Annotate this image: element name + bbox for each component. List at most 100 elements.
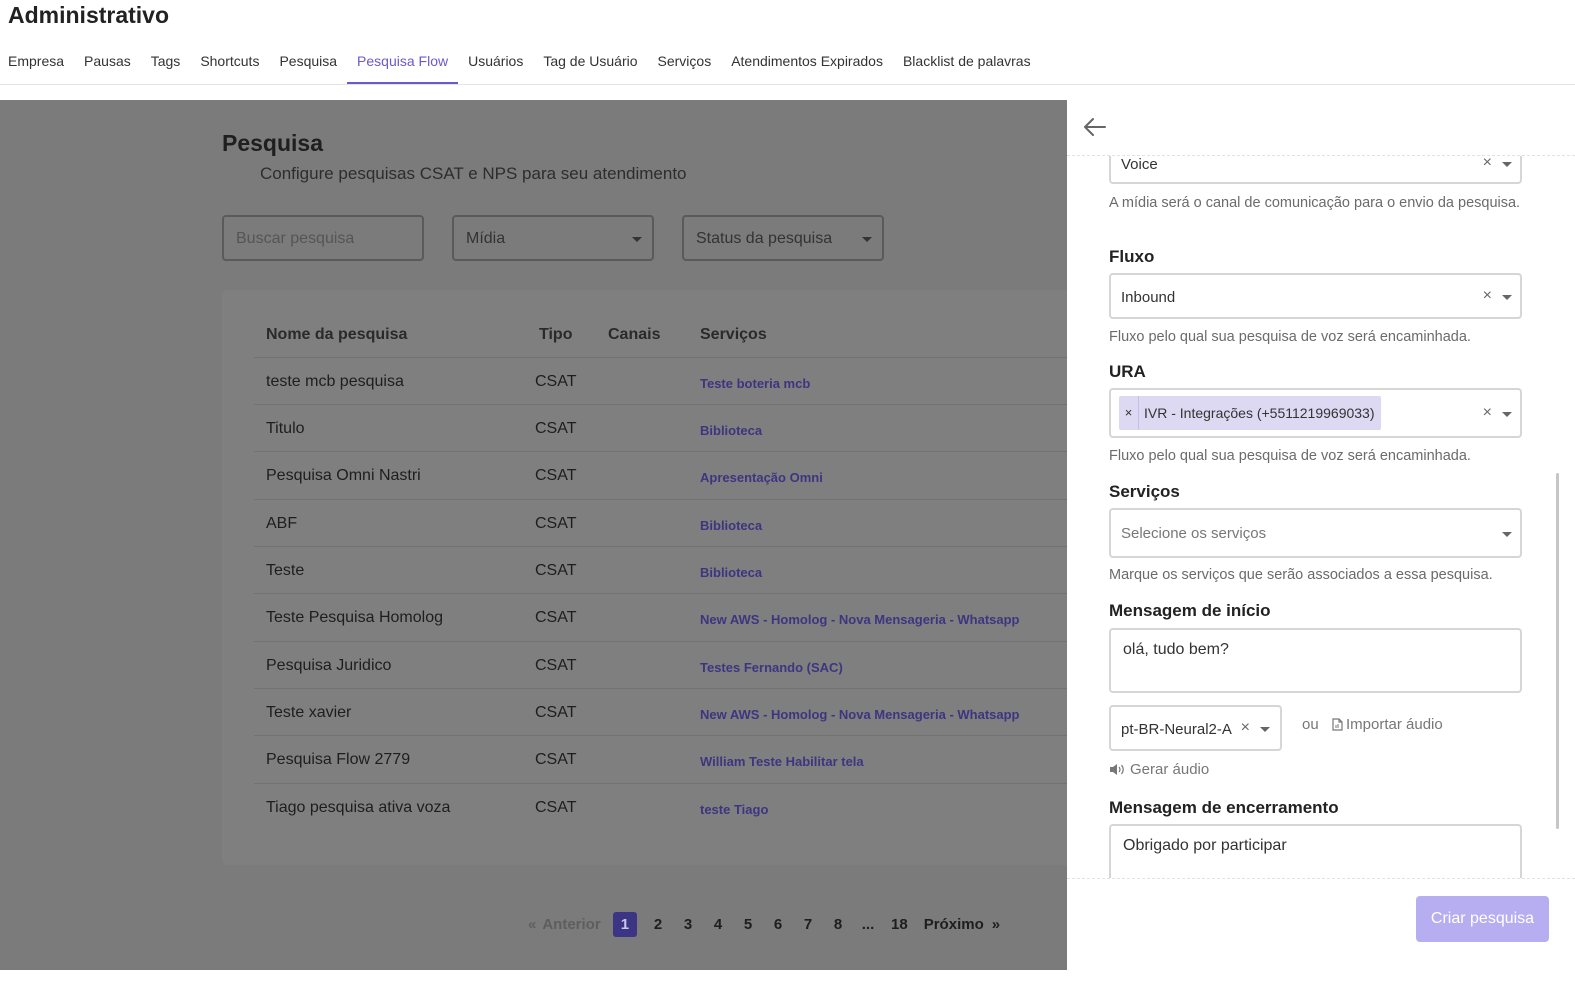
import-audio-label: Importar áudio xyxy=(1346,716,1443,733)
services-select[interactable]: Selecione os serviços xyxy=(1109,508,1522,558)
tab-tags[interactable]: Tags xyxy=(141,44,191,84)
tag-remove-icon[interactable]: × xyxy=(1119,396,1139,430)
survey-type: CSAT xyxy=(535,799,577,816)
voice-select[interactable]: pt-BR-Neural2-A × xyxy=(1109,705,1282,751)
tab-pesquisa[interactable]: Pesquisa xyxy=(269,44,347,84)
page-link-8[interactable]: 8 xyxy=(831,916,845,933)
services-label: Serviços xyxy=(1109,482,1180,501)
app-title: Administrativo xyxy=(8,2,170,28)
page-link-6[interactable]: 6 xyxy=(771,916,785,933)
panel-footer-divider xyxy=(1067,878,1575,879)
media-select[interactable]: Voice × xyxy=(1109,156,1522,184)
ura-hint: Fluxo pelo qual sua pesquisa de voz será… xyxy=(1109,448,1471,464)
generate-audio-label: Gerar áudio xyxy=(1130,761,1210,778)
table-row[interactable]: Titulo CSAT Biblioteca xyxy=(254,404,1067,451)
survey-name: Pesquisa Omni Nastri xyxy=(266,467,421,484)
tab-empresa[interactable]: Empresa xyxy=(0,44,74,84)
modal-overlay[interactable]: Pesquisa Configure pesquisas CSAT e NPS … xyxy=(0,100,1067,970)
end-message-textarea[interactable]: Obrigado por participar xyxy=(1109,824,1522,878)
table-row[interactable]: teste mcb pesquisa CSAT Teste boteria mc… xyxy=(254,357,1067,404)
survey-type: CSAT xyxy=(535,562,577,579)
table-row[interactable]: Teste xavier CSAT New AWS - Homolog - No… xyxy=(254,688,1067,735)
tab-pausas[interactable]: Pausas xyxy=(74,44,141,84)
survey-service-link[interactable]: Biblioteca xyxy=(700,565,762,580)
flow-select[interactable]: Inbound × xyxy=(1109,273,1522,319)
column-header-type: Tipo xyxy=(539,326,573,343)
survey-service-link[interactable]: Teste boteria mcb xyxy=(700,376,810,391)
page-link-18[interactable]: 18 xyxy=(891,916,908,933)
page-link-2[interactable]: 2 xyxy=(651,916,665,933)
survey-service-link[interactable]: New AWS - Homolog - Nova Mensageria - Wh… xyxy=(700,612,1020,627)
back-arrow-icon[interactable] xyxy=(1081,115,1107,139)
survey-service-link[interactable]: Apresentação Omni xyxy=(700,470,823,485)
survey-name: Teste xyxy=(266,562,305,579)
survey-service-link[interactable]: New AWS - Homolog - Nova Mensageria - Wh… xyxy=(700,707,1020,722)
table-row[interactable]: Teste Pesquisa Homolog CSAT New AWS - Ho… xyxy=(254,593,1067,640)
media-hint: A mídia será o canal de comunicação para… xyxy=(1109,195,1521,211)
start-message-label: Mensagem de início xyxy=(1109,601,1271,620)
survey-service-link[interactable]: Testes Fernando (SAC) xyxy=(700,660,843,675)
table-row[interactable]: Pesquisa Flow 2779 CSAT William Teste Ha… xyxy=(254,735,1067,782)
tab-servicos[interactable]: Serviços xyxy=(648,44,722,84)
clear-icon[interactable]: × xyxy=(1483,287,1492,305)
import-audio-link[interactable]: Importar áudio xyxy=(1331,716,1443,733)
survey-type: CSAT xyxy=(535,704,577,721)
page-link-5[interactable]: 5 xyxy=(741,916,755,933)
pagination-prev-arrows[interactable]: « xyxy=(528,916,536,933)
survey-name: Pesquisa Juridico xyxy=(266,657,392,674)
page-ellipsis: ... xyxy=(861,916,875,933)
chevron-down-icon xyxy=(862,237,872,242)
pagination-next-arrows[interactable]: » xyxy=(992,916,1000,933)
tab-blacklist[interactable]: Blacklist de palavras xyxy=(893,44,1041,84)
media-filter-select[interactable]: Mídia xyxy=(452,215,654,261)
tab-atendimentos-expirados[interactable]: Atendimentos Expirados xyxy=(721,44,893,84)
table-row[interactable]: Pesquisa Juridico CSAT Testes Fernando (… xyxy=(254,641,1067,688)
pagination-prev[interactable]: Anterior xyxy=(542,916,600,933)
tab-usuarios[interactable]: Usuários xyxy=(458,44,533,84)
survey-name: Pesquisa Flow 2779 xyxy=(266,751,411,768)
page-bottom-gap xyxy=(0,970,1067,995)
end-message-label: Mensagem de encerramento xyxy=(1109,798,1339,817)
ura-select[interactable]: × IVR - Integrações (+5511219969033) × xyxy=(1109,388,1522,438)
or-text: ou xyxy=(1302,716,1319,733)
ura-tag-label: IVR - Integrações (+5511219969033) xyxy=(1144,405,1375,421)
survey-name: teste mcb pesquisa xyxy=(266,373,404,390)
clear-icon[interactable]: × xyxy=(1241,719,1250,737)
pagination-next[interactable]: Próximo xyxy=(924,916,984,933)
page-link-4[interactable]: 4 xyxy=(711,916,725,933)
generate-audio-link[interactable]: Gerar áudio xyxy=(1109,761,1209,778)
page-link-7[interactable]: 7 xyxy=(801,916,815,933)
voice-value: pt-BR-Neural2-A xyxy=(1121,721,1232,738)
survey-service-link[interactable]: teste Tiago xyxy=(700,802,768,817)
services-placeholder: Selecione os serviços xyxy=(1121,525,1267,542)
file-audio-icon xyxy=(1332,718,1343,731)
survey-service-link[interactable]: Biblioteca xyxy=(700,518,762,533)
table-row[interactable]: ABF CSAT Biblioteca xyxy=(254,499,1067,546)
tab-tag-de-usuario[interactable]: Tag de Usuário xyxy=(533,44,647,84)
header: Administrativo Empresa Pausas Tags Short… xyxy=(0,0,1575,100)
clear-icon[interactable]: × xyxy=(1483,404,1492,422)
table-row[interactable]: Pesquisa Omni Nastri CSAT Apresentação O… xyxy=(254,451,1067,498)
column-header-services: Serviços xyxy=(700,326,767,343)
status-filter-select[interactable]: Status da pesquisa xyxy=(682,215,884,261)
survey-type: CSAT xyxy=(535,609,577,626)
survey-name: Teste xavier xyxy=(266,704,352,721)
create-survey-button[interactable]: Criar pesquisa xyxy=(1416,896,1549,942)
create-survey-panel: Voice × A mídia será o canal de comunica… xyxy=(1067,100,1575,995)
survey-name: Tiago pesquisa ativa voza xyxy=(266,799,451,816)
chevron-down-icon xyxy=(1502,162,1512,167)
tab-pesquisa-flow[interactable]: Pesquisa Flow xyxy=(347,44,459,84)
end-message-value: Obrigado por participar xyxy=(1123,837,1287,854)
clear-icon[interactable]: × xyxy=(1483,156,1492,172)
table-row[interactable]: Tiago pesquisa ativa voza CSAT teste Tia… xyxy=(254,783,1067,830)
tab-shortcuts[interactable]: Shortcuts xyxy=(190,44,269,84)
page-link-3[interactable]: 3 xyxy=(681,916,695,933)
survey-name: Titulo xyxy=(266,420,305,437)
search-input[interactable]: Buscar pesquisa xyxy=(222,215,424,261)
survey-service-link[interactable]: Biblioteca xyxy=(700,423,762,438)
start-message-textarea[interactable]: olá, tudo bem? xyxy=(1109,628,1522,693)
page-link-1[interactable]: 1 xyxy=(612,912,638,937)
table-row[interactable]: Teste CSAT Biblioteca xyxy=(254,546,1067,593)
panel-scrollbar[interactable] xyxy=(1556,473,1559,829)
survey-service-link[interactable]: William Teste Habilitar tela xyxy=(700,754,864,769)
